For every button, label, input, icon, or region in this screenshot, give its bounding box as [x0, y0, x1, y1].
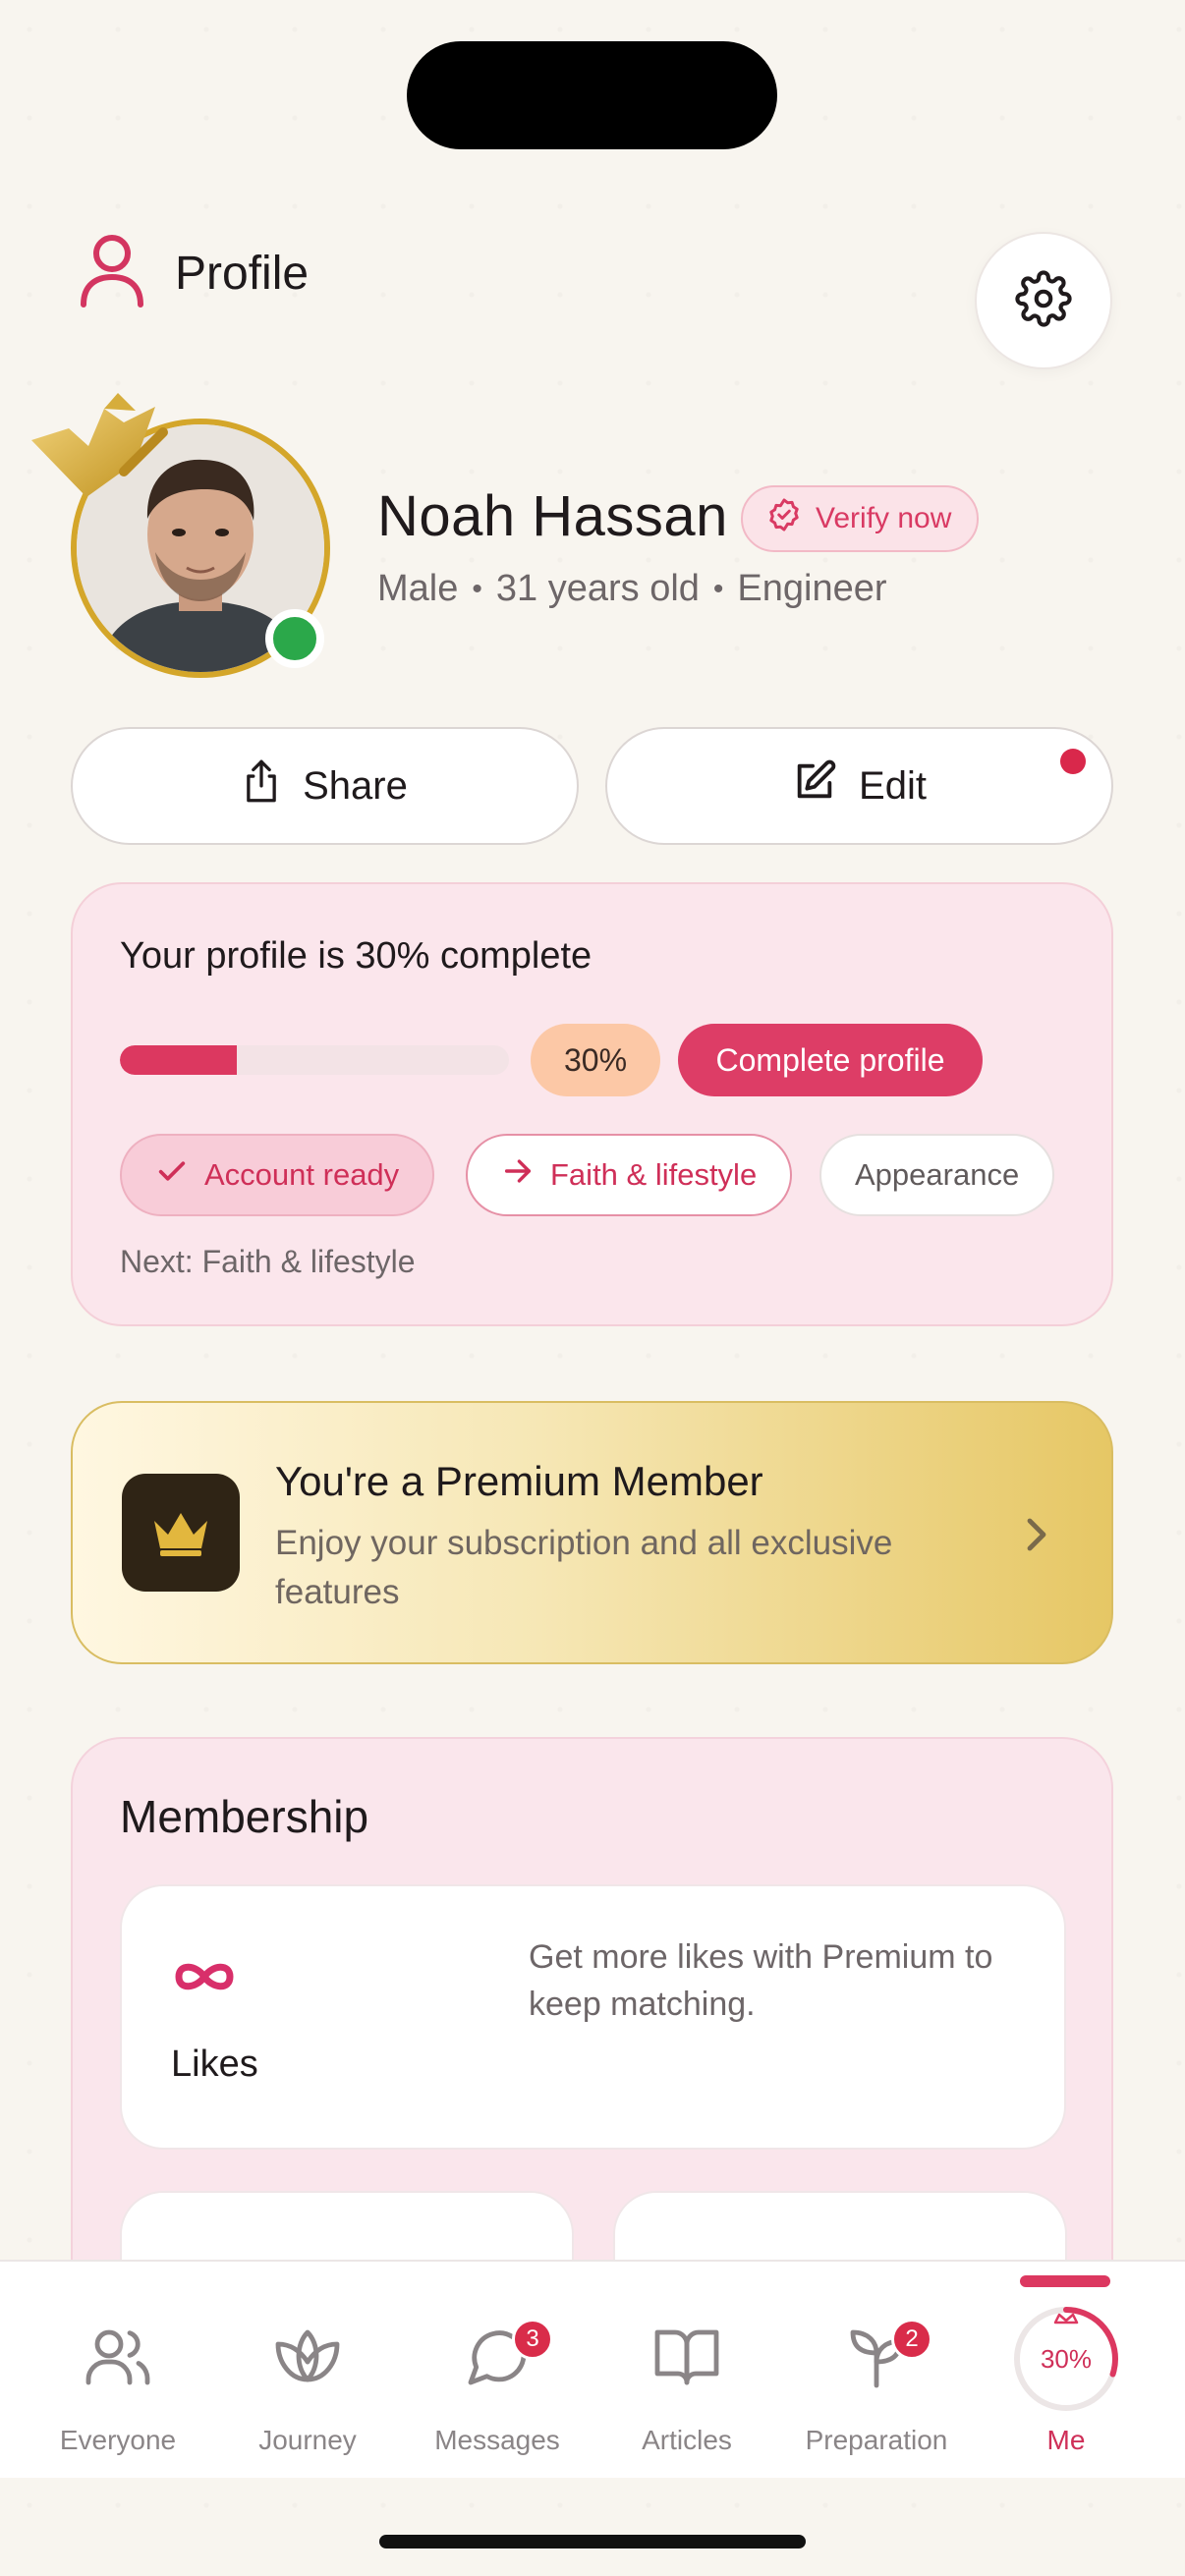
book-icon [651, 2321, 722, 2396]
progress-bar-fill [120, 1045, 237, 1075]
people-icon [83, 2321, 153, 2396]
dynamic-island [407, 41, 777, 149]
page-title: Profile [175, 248, 310, 300]
step-label: Faith & lifestyle [550, 1157, 758, 1192]
likes-description: Get more likes with Premium to keep matc… [529, 1938, 993, 2023]
separator-dot: • [472, 572, 482, 605]
tab-everyone[interactable]: Everyone [23, 2262, 213, 2480]
tab-label: Messages [434, 2425, 560, 2455]
progress-bar [120, 1045, 509, 1075]
verify-now-button[interactable]: Verify now [741, 485, 980, 552]
share-icon [242, 758, 281, 813]
online-status-dot [265, 609, 324, 668]
edit-button[interactable]: Edit [605, 727, 1113, 845]
active-tab-indicator [1020, 2275, 1110, 2287]
step-label: Account ready [204, 1157, 400, 1192]
notification-dot [1060, 749, 1086, 774]
profile-meta: Male • 31 years old • Engineer [377, 568, 887, 610]
crown-icon [122, 1474, 240, 1592]
tab-label: Articles [642, 2425, 732, 2455]
step-appearance[interactable]: Appearance [819, 1134, 1055, 1216]
complete-profile-button[interactable]: Complete profile [678, 1024, 983, 1096]
tab-preparation[interactable]: 2 Preparation [781, 2262, 972, 2480]
premium-title: You're a Premium Member [275, 1458, 763, 1504]
arrow-right-icon [501, 1154, 535, 1196]
tab-label: Me [1046, 2425, 1086, 2455]
gender-text: Male [377, 568, 459, 609]
gear-icon [1015, 269, 1072, 332]
age-text: 31 years old [495, 568, 700, 609]
tab-label: Journey [258, 2425, 357, 2455]
home-indicator [379, 2535, 806, 2548]
progress-title: Your profile is 30% complete [120, 935, 592, 977]
page-header: Profile [79, 234, 309, 313]
premium-crown-icon [29, 364, 177, 516]
likes-card[interactable]: Likes Get more likes with Premium to kee… [120, 1884, 1066, 2150]
profile-name: Noah Hassan [377, 484, 728, 548]
settings-button[interactable] [975, 232, 1112, 369]
infinity-icon [171, 1957, 238, 2001]
messages-badge: 3 [512, 2319, 553, 2360]
bottom-tab-bar: Everyone Journey 3 Messages Articles 2 P… [0, 2260, 1185, 2478]
verified-badge-icon [766, 497, 802, 540]
separator-dot: • [712, 572, 724, 605]
person-icon [79, 234, 145, 313]
verify-label: Verify now [816, 502, 952, 534]
progress-percent-pill: 30% [531, 1024, 660, 1096]
step-account-ready[interactable]: Account ready [120, 1134, 435, 1216]
profile-avatar-group [29, 364, 344, 688]
premium-subtitle: Enjoy your subscription and all exclusiv… [275, 1524, 893, 1611]
preparation-badge: 2 [891, 2319, 932, 2360]
check-icon [155, 1154, 189, 1196]
step-faith-lifestyle[interactable]: Faith & lifestyle [466, 1134, 793, 1216]
profile-progress-card: Your profile is 30% complete 30% Complet… [71, 882, 1113, 1326]
next-step-text: Next: Faith & lifestyle [120, 1244, 416, 1279]
tab-label: Preparation [805, 2425, 948, 2455]
premium-member-card[interactable]: You're a Premium Member Enjoy your subsc… [71, 1401, 1113, 1664]
likes-label: Likes [171, 2044, 258, 2085]
edit-icon [792, 758, 837, 813]
tab-articles[interactable]: Articles [592, 2262, 782, 2480]
tab-journey[interactable]: Journey [212, 2262, 403, 2480]
share-button[interactable]: Share [71, 727, 579, 845]
leaf-icon [272, 2321, 343, 2396]
edit-label: Edit [859, 763, 927, 808]
share-label: Share [303, 763, 408, 808]
tab-messages[interactable]: 3 Messages [402, 2262, 592, 2480]
chevron-right-icon [1021, 1515, 1050, 1559]
me-progress-label: 30% [1040, 2344, 1093, 2374]
occupation-text: Engineer [737, 568, 887, 609]
membership-title: Membership [120, 1791, 369, 1842]
tab-label: Everyone [59, 2425, 177, 2455]
step-label: Appearance [855, 1157, 1020, 1192]
